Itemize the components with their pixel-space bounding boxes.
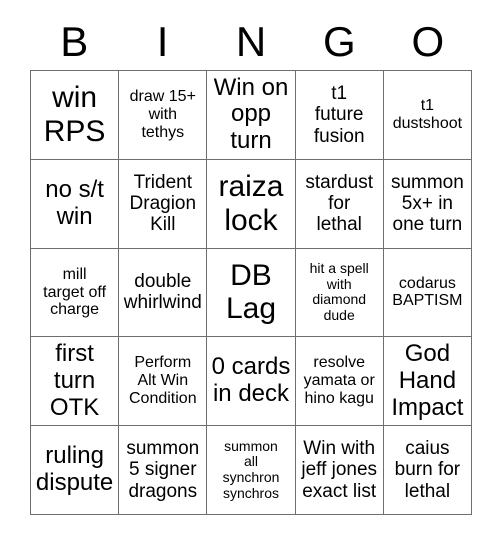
bingo-cell-text: summon all synchron synchros xyxy=(222,437,280,501)
bingo-cell-text: Win with jeff jones exact list xyxy=(301,438,378,502)
bingo-cell-text: Win on opp turn xyxy=(213,73,289,155)
bingo-cell-g2[interactable]: stardust for lethal xyxy=(295,159,384,249)
bingo-cell-text: Perform Alt Win Condition xyxy=(128,354,197,408)
bingo-cell-i3[interactable]: double whirlwind xyxy=(119,248,208,338)
bingo-cell-text: draw 15+ with tethys xyxy=(129,88,196,141)
bingo-cell-text: raiza lock xyxy=(218,170,284,237)
bingo-cell-text: t1 dustshoot xyxy=(392,96,463,132)
bingo-cell-i1[interactable]: draw 15+ with tethys xyxy=(119,71,208,160)
bingo-grid: win RPS draw 15+ with tethys Win on opp … xyxy=(30,70,472,515)
bingo-cell-text: first turn OTK xyxy=(49,339,100,421)
header-letter-o: O xyxy=(411,18,445,65)
bingo-cell-b1[interactable]: win RPS xyxy=(31,71,120,160)
bingo-cell-g5[interactable]: Win with jeff jones exact list xyxy=(295,426,384,515)
bingo-cell-text: double whirlwind xyxy=(123,271,202,314)
header-letter-g: G xyxy=(323,18,356,65)
bingo-cell-n4[interactable]: 0 cards in deck xyxy=(207,337,296,427)
bingo-cell-text: ruling dispute xyxy=(35,442,114,497)
header-letter-n: N xyxy=(235,18,267,65)
bingo-cell-o4[interactable]: God Hand Impact xyxy=(383,337,472,427)
bingo-cell-o3[interactable]: codarus BAPTISM xyxy=(383,248,472,338)
bingo-cell-i5[interactable]: summon 5 signer dragons xyxy=(119,426,208,515)
bingo-cell-text: win RPS xyxy=(43,81,106,148)
bingo-cell-text: caius burn for lethal xyxy=(394,438,461,502)
bingo-cell-n5[interactable]: summon all synchron synchros xyxy=(207,426,296,515)
bingo-cell-g1[interactable]: t1 future fusion xyxy=(295,71,384,160)
bingo-cell-text: DB Lag xyxy=(225,258,277,326)
bingo-cell-o5[interactable]: caius burn for lethal xyxy=(383,426,472,515)
bingo-cell-text: stardust for lethal xyxy=(305,171,373,236)
bingo-cell-i4[interactable]: Perform Alt Win Condition xyxy=(119,337,208,427)
bingo-cell-b3[interactable]: mill target off charge xyxy=(31,248,120,338)
bingo-cell-b2[interactable]: no s/t win xyxy=(31,159,120,249)
bingo-cell-text: mill target off charge xyxy=(43,265,107,319)
bingo-cell-g4[interactable]: resolve yamata or hino kagu xyxy=(295,337,384,427)
bingo-cell-text: 0 cards in deck xyxy=(211,353,291,408)
bingo-cell-b4[interactable]: first turn OTK xyxy=(31,337,120,427)
bingo-cell-text: summon 5 signer dragons xyxy=(126,438,200,502)
bingo-cell-o1[interactable]: t1 dustshoot xyxy=(383,71,472,160)
bingo-cell-text: summon 5x+ in one turn xyxy=(390,171,464,236)
bingo-cell-o2[interactable]: summon 5x+ in one turn xyxy=(383,159,472,249)
bingo-cell-g3[interactable]: hit a spell with diamond dude xyxy=(295,248,384,338)
header-letter-i: I xyxy=(156,18,169,65)
bingo-cell-n1[interactable]: Win on opp turn xyxy=(207,71,296,160)
bingo-cell-n3[interactable]: DB Lag xyxy=(207,248,296,338)
bingo-cell-text: God Hand Impact xyxy=(391,339,464,421)
bingo-cell-text: Trident Dragion Kill xyxy=(129,171,197,236)
bingo-card: B I N G O win RPS draw 15+ with tethys W… xyxy=(0,0,500,544)
bingo-cell-text: t1 future fusion xyxy=(313,83,365,147)
bingo-header-row: B I N G O xyxy=(30,14,472,70)
bingo-cell-text: resolve yamata or hino kagu xyxy=(303,354,375,408)
bingo-cell-n2[interactable]: raiza lock xyxy=(207,159,296,249)
bingo-cell-b5[interactable]: ruling dispute xyxy=(31,426,120,515)
bingo-cell-i2[interactable]: Trident Dragion Kill xyxy=(119,159,208,249)
bingo-cell-text: hit a spell with diamond dude xyxy=(309,260,369,324)
header-letter-b: B xyxy=(60,18,89,65)
bingo-cell-text: no s/t win xyxy=(45,175,104,230)
bingo-cell-text: codarus BAPTISM xyxy=(392,274,463,310)
